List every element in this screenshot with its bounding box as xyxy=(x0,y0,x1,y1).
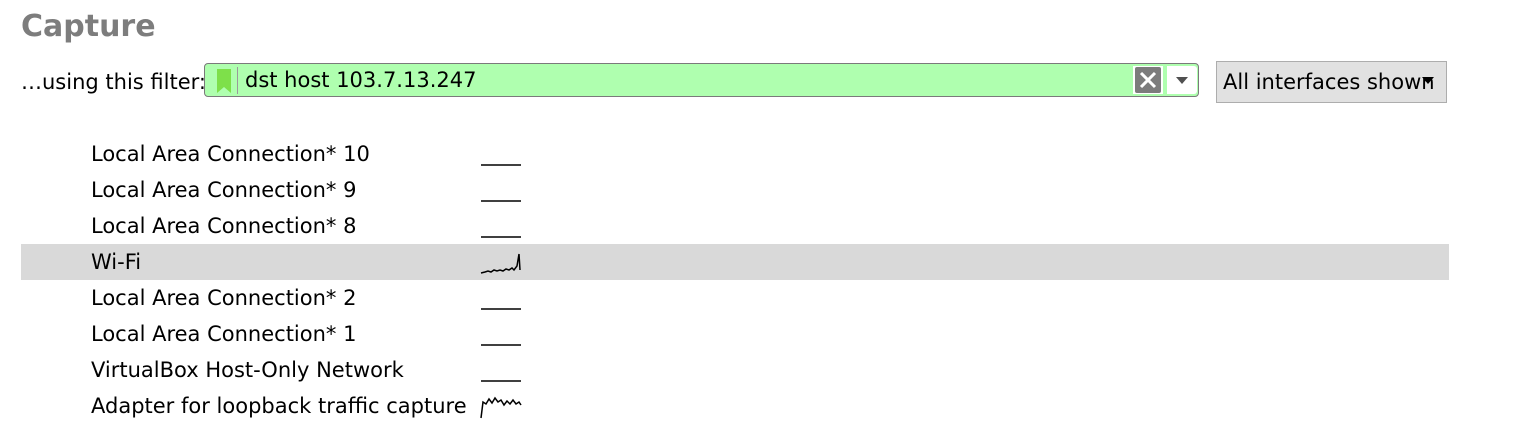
filter-label: …using this filter: xyxy=(21,70,206,94)
interface-name: Wi-Fi xyxy=(91,250,142,274)
page-title: Capture xyxy=(21,9,156,44)
interface-row[interactable]: Local Area Connection* 8 xyxy=(21,208,1449,244)
filter-input[interactable] xyxy=(245,64,1125,96)
interface-row[interactable]: Adapter for loopback traffic capture xyxy=(21,388,1449,424)
interface-name: Local Area Connection* 8 xyxy=(91,214,357,238)
interface-row[interactable]: Local Area Connection* 10 xyxy=(21,136,1449,172)
interface-name: Local Area Connection* 10 xyxy=(91,142,370,166)
activity-sparkline xyxy=(481,380,521,382)
interface-name: Local Area Connection* 1 xyxy=(91,322,357,346)
activity-sparkline xyxy=(480,396,522,419)
interface-name: Adapter for loopback traffic capture xyxy=(91,394,467,418)
activity-sparkline xyxy=(480,253,521,274)
activity-sparkline xyxy=(481,344,521,346)
activity-sparkline xyxy=(481,236,521,238)
interfaces-shown-label: All interfaces shown xyxy=(1223,70,1435,94)
interface-name: VirtualBox Host-Only Network xyxy=(91,358,404,382)
capture-filter-field[interactable] xyxy=(204,63,1199,97)
chevron-down-icon[interactable] xyxy=(1167,66,1197,94)
clear-icon[interactable] xyxy=(1133,66,1163,94)
interface-list: Local Area Connection* 10 Local Area Con… xyxy=(21,136,1449,424)
interface-row[interactable]: VirtualBox Host-Only Network xyxy=(21,352,1449,388)
interface-row[interactable]: Wi-Fi xyxy=(21,244,1449,280)
interfaces-shown-dropdown[interactable]: All interfaces shown xyxy=(1216,61,1447,103)
activity-sparkline xyxy=(481,164,521,166)
interface-row[interactable]: Local Area Connection* 9 xyxy=(21,172,1449,208)
activity-sparkline xyxy=(481,308,521,310)
interface-row[interactable]: Local Area Connection* 2 xyxy=(21,280,1449,316)
chevron-down-icon xyxy=(1422,77,1434,84)
interface-name: Local Area Connection* 2 xyxy=(91,286,357,310)
activity-sparkline xyxy=(481,200,521,202)
interface-name: Local Area Connection* 9 xyxy=(91,178,357,202)
bookmark-icon[interactable] xyxy=(213,67,238,94)
interface-row[interactable]: Local Area Connection* 1 xyxy=(21,316,1449,352)
